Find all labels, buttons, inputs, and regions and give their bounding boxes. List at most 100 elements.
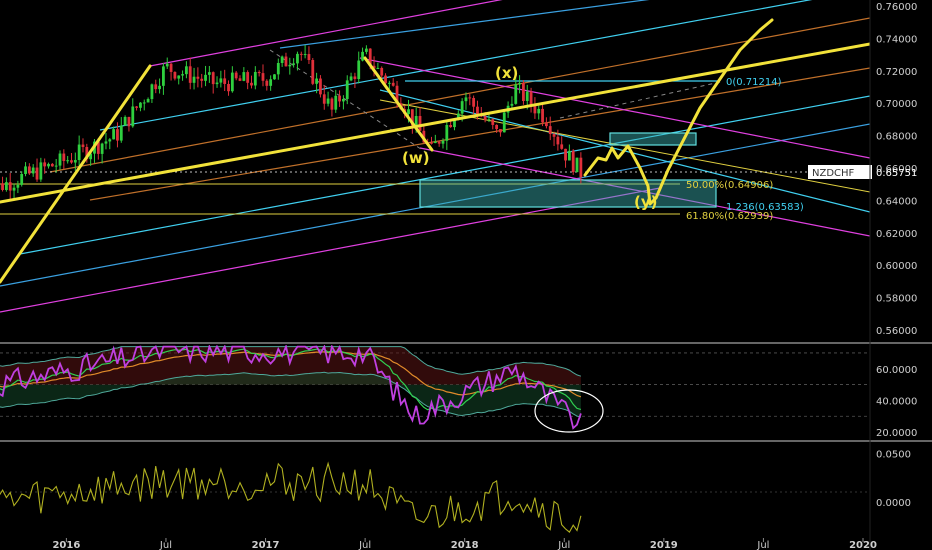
candle-body xyxy=(158,85,161,90)
candle-body xyxy=(12,187,16,191)
rsi-tick-label: 20.0000 xyxy=(876,428,917,439)
candle-body xyxy=(280,56,284,63)
candle-body xyxy=(299,53,303,55)
candle-body xyxy=(173,71,177,79)
last-price-label: 0.65751 xyxy=(876,168,917,179)
candle-body xyxy=(464,97,468,102)
time-tick-label: 2018 xyxy=(451,540,479,550)
fib-label-50: 50.00%(0.64906) xyxy=(686,180,773,191)
candle-body xyxy=(311,60,315,84)
candle-body xyxy=(276,62,280,75)
candle-body xyxy=(108,139,112,142)
candle-body xyxy=(31,167,35,174)
candle-body xyxy=(330,98,334,110)
price-tick-label: 0.58000 xyxy=(876,294,917,305)
candle-body xyxy=(525,91,529,101)
candle-body xyxy=(192,76,196,83)
candle-body xyxy=(8,182,12,191)
candle-body xyxy=(253,71,257,86)
candle-body xyxy=(322,94,326,104)
time-tick-label: 2020 xyxy=(849,540,877,550)
candle-body xyxy=(319,78,322,95)
candle-body xyxy=(510,103,514,106)
candle-body xyxy=(119,125,123,141)
candle-body xyxy=(4,182,8,190)
candle-body xyxy=(257,71,261,74)
candle-body xyxy=(361,51,364,61)
candle-body xyxy=(460,101,464,114)
candle-body xyxy=(165,63,169,67)
chart-canvas: (x) (w) (y) 0(0.71214) 50.00%(0.64906) 1… xyxy=(0,0,932,550)
candle-body xyxy=(58,153,62,166)
candle-body xyxy=(483,116,487,121)
time-tick-label: Jul xyxy=(557,540,570,550)
time-tick-label: Jul xyxy=(159,540,172,550)
candle-body xyxy=(269,79,273,86)
candle-body xyxy=(250,82,253,86)
candle-body xyxy=(139,102,142,108)
candle-body xyxy=(177,75,181,79)
candle-body xyxy=(265,80,269,86)
candle-body xyxy=(514,84,518,104)
candle-body xyxy=(522,82,525,101)
candle-body xyxy=(556,136,560,145)
candle-body xyxy=(70,160,73,163)
price-tick-label: 0.68000 xyxy=(876,132,917,143)
candle-body xyxy=(472,97,476,107)
candle-body xyxy=(47,163,50,167)
candle-body xyxy=(487,119,491,121)
candle-body xyxy=(181,74,184,76)
candle-body xyxy=(112,129,116,140)
candle-body xyxy=(54,165,58,167)
candle-body xyxy=(445,124,449,141)
wave-label-x: (x) xyxy=(495,64,518,82)
candle-body xyxy=(196,76,200,79)
candle-body xyxy=(188,66,192,83)
candle-body xyxy=(39,162,43,180)
candle-body xyxy=(491,119,495,125)
candle-body xyxy=(296,53,299,64)
candle-body xyxy=(116,129,119,141)
candle-body xyxy=(1,183,4,190)
candle-body xyxy=(246,72,250,83)
candle-body xyxy=(307,54,311,61)
candle-body xyxy=(288,64,292,67)
price-tick-label: 0.60000 xyxy=(876,261,917,272)
candle-body xyxy=(338,95,341,102)
candle-body xyxy=(24,166,27,175)
candle-body xyxy=(437,141,441,144)
candle-body xyxy=(376,67,380,69)
candle-body xyxy=(349,76,353,81)
candle-body xyxy=(142,102,146,104)
candle-body xyxy=(342,98,345,102)
candle-body xyxy=(353,76,357,80)
candle-body xyxy=(292,63,296,65)
oscillator-tick-label: 0.0500 xyxy=(876,450,911,461)
candle-body xyxy=(261,73,265,81)
rsi-tick-label: 60.0000 xyxy=(876,365,917,376)
candle-body xyxy=(303,54,307,56)
fib-label-top: 0(0.71214) xyxy=(726,77,782,88)
symbol-badge: NZDCHF 0.65751 xyxy=(808,165,917,179)
price-tick-label: 0.74000 xyxy=(876,34,917,45)
rsi-tick-label: 40.0000 xyxy=(876,396,917,407)
candle-body xyxy=(418,116,422,131)
candle-body xyxy=(433,141,437,144)
oscillator-tick-label: 0.0000 xyxy=(876,498,911,509)
candle-body xyxy=(548,126,552,135)
candle-body xyxy=(414,116,418,126)
candle-body xyxy=(223,78,227,84)
candle-body xyxy=(468,97,472,99)
price-tick-label: 0.76000 xyxy=(876,2,917,13)
candle-body xyxy=(16,184,20,188)
candle-body xyxy=(242,72,246,81)
candle-body xyxy=(537,108,541,114)
time-tick-label: Jul xyxy=(756,540,769,550)
price-tick-label: 0.62000 xyxy=(876,229,917,240)
wave-label-w: (w) xyxy=(402,149,430,167)
candle-body xyxy=(544,122,548,127)
candle-body xyxy=(334,95,338,110)
candle-body xyxy=(315,78,319,84)
candle-body xyxy=(579,157,583,178)
candle-body xyxy=(564,148,567,161)
